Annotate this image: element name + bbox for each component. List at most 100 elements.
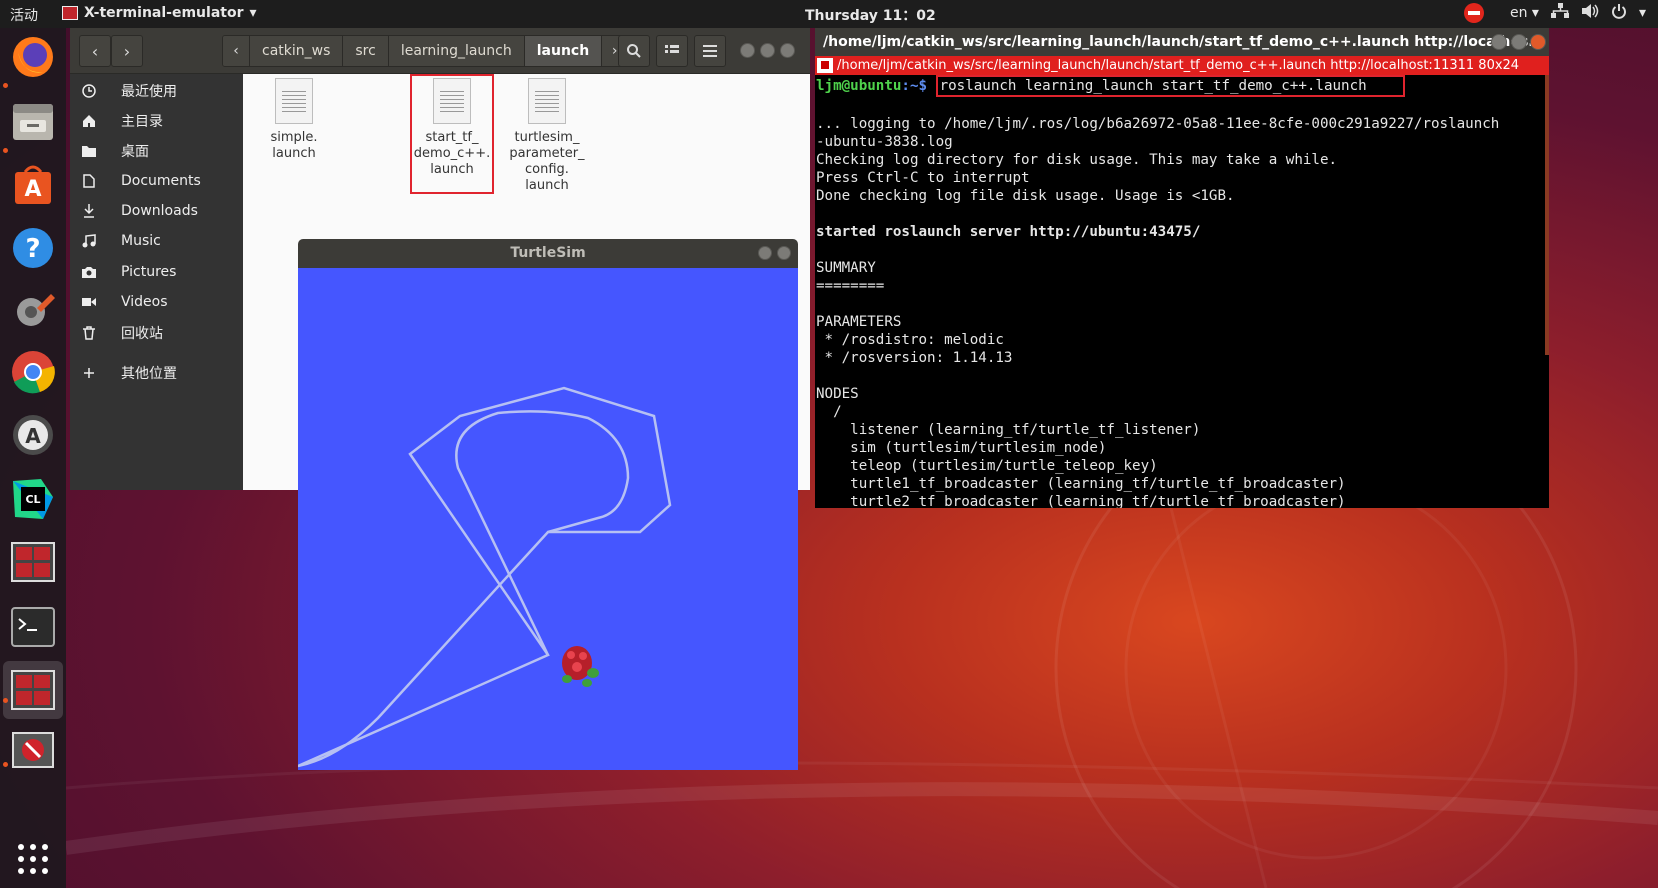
sidebar-item-label: 主目录 — [121, 114, 163, 130]
sidebar-item-home[interactable]: 主目录 — [70, 106, 243, 136]
sidebar-item-label: 回收站 — [121, 326, 163, 342]
help-icon[interactable]: ? — [9, 224, 57, 272]
camera-icon — [80, 263, 98, 281]
software-updater-icon[interactable]: A — [9, 411, 57, 459]
do-not-disturb-icon[interactable] — [1463, 3, 1484, 23]
sidebar-item-other-locations[interactable]: 其他位置 — [70, 358, 243, 388]
tab-title: /home/ljm/catkin_ws/src/learning_launch/… — [837, 58, 1520, 73]
output-line: * /rosdistro: melodic — [816, 332, 1004, 348]
output-line: started roslaunch server http://ubuntu:4… — [816, 224, 1201, 240]
window-title: /home/ljm/catkin_ws/src/learning_launch/… — [823, 34, 1545, 50]
forward-button[interactable]: › — [111, 35, 143, 67]
breadcrumb-item[interactable]: learning_launch — [387, 36, 524, 66]
software-center-icon[interactable]: A — [9, 160, 57, 208]
chevron-down-icon: ▾ — [249, 5, 257, 21]
output-line: Press Ctrl-C to interrupt — [816, 170, 1030, 186]
terminator-icon[interactable] — [9, 538, 57, 586]
output-line: teleop (turtlesim/turtle_teleop_key) — [816, 458, 1158, 474]
terminal-scrollbar[interactable] — [1545, 75, 1549, 355]
sidebar-item-label: Downloads — [121, 203, 198, 219]
home-icon — [80, 112, 98, 130]
activities-button[interactable]: 活动 — [10, 5, 38, 25]
svg-text:CL: CL — [25, 493, 40, 506]
terminal-icon[interactable] — [9, 603, 57, 651]
breadcrumb-item[interactable]: catkin_ws — [249, 36, 343, 66]
svg-text:?: ? — [25, 234, 40, 264]
breadcrumb-current[interactable]: launch — [523, 36, 602, 66]
places-sidebar: 最近使用 主目录 桌面 Documents Downloads Music Pi… — [70, 74, 243, 490]
svg-text:A: A — [25, 424, 41, 448]
sidebar-item-pictures[interactable]: Pictures — [70, 257, 243, 287]
power-icon[interactable] — [1611, 3, 1627, 23]
firefox-icon[interactable] — [9, 33, 57, 81]
sidebar-item-label: Documents — [121, 173, 201, 189]
file-item-selected[interactable]: start_tf_ demo_c++. launch — [410, 74, 494, 194]
close-button[interactable] — [780, 43, 795, 58]
output-line: -ubuntu-3838.log — [816, 134, 953, 150]
sidebar-item-desktop[interactable]: 桌面 — [70, 136, 243, 166]
no-entry-icon[interactable] — [9, 726, 57, 774]
svg-text:A: A — [24, 177, 41, 202]
terminator-active-icon[interactable] — [3, 661, 63, 719]
file-name: turtlesim_ parameter_ config. launch — [509, 130, 585, 193]
turtlesim-titlebar: TurtleSim — [298, 239, 798, 268]
clion-icon[interactable]: CL — [9, 475, 57, 523]
breadcrumb-item[interactable]: src — [342, 36, 388, 66]
sidebar-item-label: 其他位置 — [121, 366, 177, 382]
volume-icon[interactable] — [1581, 3, 1599, 23]
output-line: NODES — [816, 386, 859, 402]
sidebar-item-recent[interactable]: 最近使用 — [70, 76, 243, 106]
output-line: ... logging to /home/ljm/.ros/log/b6a269… — [816, 116, 1500, 132]
sidebar-item-trash[interactable]: 回收站 — [70, 318, 243, 348]
prompt-path: :~$ — [901, 78, 928, 94]
breadcrumb-scroll-left[interactable]: ‹ — [223, 36, 249, 66]
music-icon — [80, 232, 98, 250]
terminal-tab-header[interactable]: /home/ljm/catkin_ws/src/learning_launch/… — [815, 56, 1549, 75]
language-indicator[interactable]: en ▾ — [1510, 5, 1539, 21]
turtlesim-canvas[interactable] — [297, 268, 798, 770]
sidebar-item-music[interactable]: Music — [70, 226, 243, 256]
sidebar-item-label: 桌面 — [121, 144, 149, 160]
minimize-button[interactable] — [758, 246, 772, 260]
sidebar-item-videos[interactable]: Videos — [70, 287, 243, 317]
app-menu-label: X-terminal-emulator — [84, 5, 244, 21]
app-menu[interactable]: X-terminal-emulator ▾ — [62, 5, 257, 21]
chrome-icon[interactable] — [9, 348, 57, 396]
hamburger-icon — [703, 45, 717, 57]
sidebar-item-downloads[interactable]: Downloads — [70, 196, 243, 226]
file-item[interactable]: simple. launch — [252, 78, 336, 162]
minimize-button[interactable] — [1491, 34, 1507, 50]
chevron-right-icon: › — [123, 41, 131, 61]
chevron-down-icon[interactable]: ▾ — [1639, 5, 1646, 21]
back-button[interactable]: ‹ — [79, 35, 111, 67]
sidebar-item-documents[interactable]: Documents — [70, 166, 243, 196]
search-button[interactable] — [618, 35, 650, 67]
files-icon[interactable] — [9, 98, 57, 146]
menu-button[interactable] — [694, 35, 726, 67]
close-button[interactable] — [1530, 34, 1546, 50]
minimize-button[interactable] — [740, 43, 755, 58]
settings-icon[interactable] — [9, 286, 57, 334]
file-manager-headerbar: ‹ › ‹ catkin_ws src learning_launch laun… — [70, 28, 810, 74]
close-button[interactable] — [777, 246, 791, 260]
terminal-titlebar: /home/ljm/catkin_ws/src/learning_launch/… — [815, 28, 1549, 56]
output-line: Done checking log file disk usage. Usage… — [816, 188, 1235, 204]
clock-icon — [80, 82, 98, 100]
maximize-button[interactable] — [760, 43, 775, 58]
app-grid-icon[interactable] — [9, 835, 57, 883]
file-item[interactable]: turtlesim_ parameter_ config. launch — [505, 78, 589, 194]
document-icon — [80, 172, 98, 190]
maximize-button[interactable] — [1511, 34, 1527, 50]
trash-icon — [80, 324, 98, 342]
output-line: turtle2_tf_broadcaster (learning_tf/turt… — [816, 494, 1346, 508]
view-toggle-button[interactable] — [656, 35, 688, 67]
output-line: ======== — [816, 278, 885, 294]
sidebar-item-label: 最近使用 — [121, 84, 177, 100]
clock[interactable]: Thursday 11：02 — [805, 5, 936, 25]
output-line: Checking log directory for disk usage. T… — [816, 152, 1338, 168]
output-line: / — [816, 404, 842, 420]
output-line: turtle1_tf_broadcaster (learning_tf/turt… — [816, 476, 1346, 492]
breadcrumb: ‹ catkin_ws src learning_launch launch › — [222, 35, 629, 67]
network-icon[interactable] — [1550, 3, 1569, 23]
terminal-output[interactable]: ljm@ubuntu:~$ roslaunch learning_launch … — [815, 75, 1549, 508]
